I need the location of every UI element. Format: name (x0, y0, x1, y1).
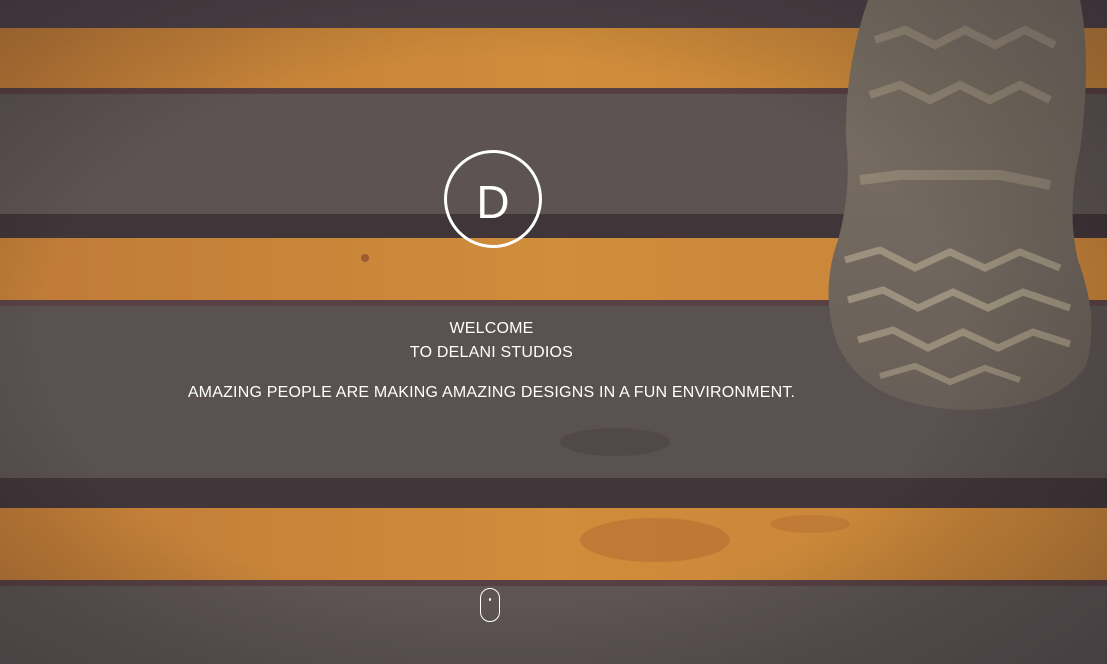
logo-letter: D (476, 176, 510, 228)
delani-logo[interactable]: D (444, 150, 542, 248)
hero-section: D WELCOME TO DELANI STUDIOS AMAZING PEOP… (0, 0, 1107, 664)
welcome-heading: WELCOME (449, 320, 534, 337)
mouse-scroll-icon[interactable] (480, 588, 500, 622)
hero-tagline: AMAZING PEOPLE ARE MAKING AMAZING DESIGN… (187, 384, 796, 401)
studio-heading: TO DELANI STUDIOS (409, 344, 574, 361)
scroll-wheel-dot (489, 598, 491, 601)
hero-content: D WELCOME TO DELANI STUDIOS AMAZING PEOP… (0, 0, 983, 664)
